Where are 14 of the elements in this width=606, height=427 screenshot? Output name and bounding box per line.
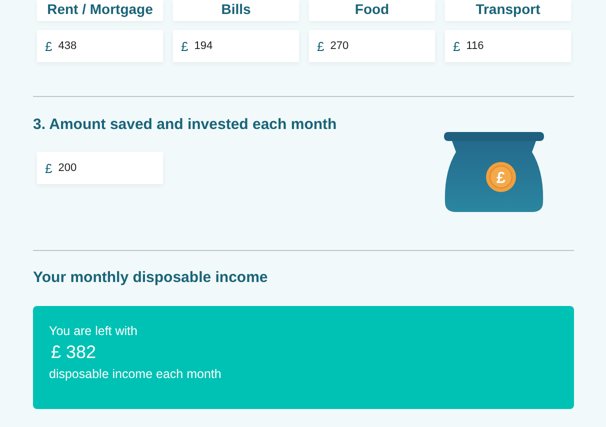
result-caption: disposable income each month (49, 367, 222, 381)
category-label: Transport (445, 0, 571, 21)
section-heading: Your monthly disposable income (33, 269, 269, 286)
result-amount: £ 382 (51, 342, 98, 363)
amount-field[interactable]: £ 270 (309, 30, 435, 62)
amount-field[interactable]: £ 194 (173, 30, 299, 62)
result-intro: You are left with (49, 324, 138, 338)
section-heading: 3. Amount saved and invested each month (33, 116, 337, 133)
category-label: Rent / Mortgage (37, 0, 163, 21)
amount-field[interactable]: £ 438 (37, 30, 163, 62)
amount-field[interactable]: £ 116 (445, 30, 571, 62)
category-label: Food (309, 0, 435, 21)
amount-field[interactable]: £ 200 (37, 152, 163, 184)
category-label: Bills (173, 0, 299, 21)
